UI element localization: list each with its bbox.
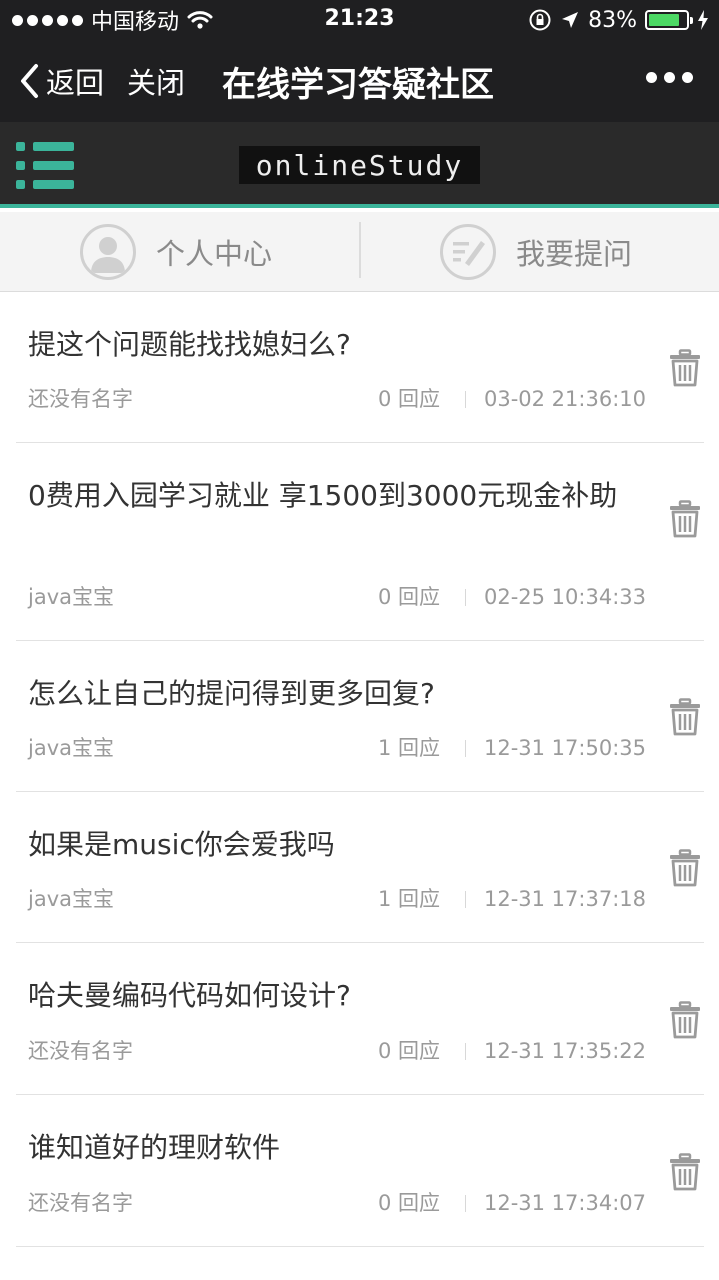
trash-icon[interactable] bbox=[668, 500, 702, 538]
post-time: 03-02 21:36:10 bbox=[483, 387, 646, 411]
post-time: 12-31 17:35:22 bbox=[483, 1039, 646, 1063]
meta-divider bbox=[465, 589, 466, 606]
rotation-lock-icon bbox=[529, 9, 551, 31]
post-replies: 0 回应 bbox=[378, 1039, 441, 1063]
more-dot-icon bbox=[682, 72, 693, 83]
trash-icon[interactable] bbox=[668, 1153, 702, 1191]
post-meta: 还没有名字 0 回应 03-02 21:36:10 bbox=[28, 384, 646, 414]
post-meta: java宝宝 0 回应 02-25 10:34:33 bbox=[28, 582, 646, 612]
battery-percent: 83% bbox=[588, 7, 637, 33]
compose-icon bbox=[440, 224, 496, 280]
post-replies: 0 回应 bbox=[378, 387, 441, 411]
meta-divider bbox=[465, 1043, 466, 1060]
battery-fill bbox=[649, 14, 679, 26]
meta-divider bbox=[465, 891, 466, 908]
charging-bolt-icon bbox=[698, 10, 708, 30]
list-item[interactable]: 哈夫曼编码代码如何设计? 还没有名字 0 回应 12-31 17:35:22 bbox=[16, 943, 704, 1095]
post-time: 02-25 10:34:33 bbox=[483, 585, 646, 609]
tab-ask-question-label: 我要提问 bbox=[516, 237, 633, 271]
battery-icon bbox=[645, 10, 693, 30]
post-author: java宝宝 bbox=[28, 887, 114, 911]
back-button[interactable]: 返回 bbox=[18, 60, 104, 102]
more-menu-button[interactable] bbox=[646, 72, 693, 83]
tab-personal-center-label: 个人中心 bbox=[156, 237, 273, 271]
post-author: 还没有名字 bbox=[28, 1039, 133, 1063]
post-meta: 还没有名字 0 回应 12-31 17:34:07 bbox=[28, 1188, 646, 1218]
tab-ask-question[interactable]: 我要提问 bbox=[440, 212, 632, 292]
nav-bar: 返回 关闭 在线学习答疑社区 bbox=[0, 40, 719, 122]
trash-icon[interactable] bbox=[668, 349, 702, 387]
list-item[interactable]: 0费用入园学习就业 享1500到3000元现金补助 java宝宝 0 回应 02… bbox=[16, 443, 704, 641]
post-title: 提这个问题能找找媳妇么? bbox=[28, 328, 351, 361]
post-meta: java宝宝 1 回应 12-31 17:37:18 bbox=[28, 884, 646, 914]
list-item[interactable]: 提这个问题能找找媳妇么? 还没有名字 0 回应 03-02 21:36:10 bbox=[16, 292, 704, 443]
list-item[interactable]: 怎么让自己的提问得到更多回复? java宝宝 1 回应 12-31 17:50:… bbox=[16, 641, 704, 792]
tab-divider bbox=[359, 222, 361, 278]
app-logo: onlineStudy bbox=[239, 146, 480, 184]
menu-list-icon[interactable] bbox=[16, 142, 74, 190]
post-author: java宝宝 bbox=[28, 736, 114, 760]
more-dot-icon bbox=[664, 72, 675, 83]
app-header: onlineStudy bbox=[0, 122, 719, 208]
more-dot-icon bbox=[646, 72, 657, 83]
post-time: 12-31 17:37:18 bbox=[483, 887, 646, 911]
post-author: 还没有名字 bbox=[28, 1191, 133, 1215]
tab-bar: 个人中心 我要提问 bbox=[0, 212, 719, 292]
post-replies: 0 回应 bbox=[378, 585, 441, 609]
status-bar: 中国移动 21:23 83% bbox=[0, 0, 719, 40]
meta-divider bbox=[465, 740, 466, 757]
post-meta: 还没有名字 0 回应 12-31 17:35:22 bbox=[28, 1036, 646, 1066]
post-time: 12-31 17:34:07 bbox=[483, 1191, 646, 1215]
post-author: java宝宝 bbox=[28, 585, 114, 609]
status-right: 83% bbox=[528, 6, 709, 34]
post-replies: 1 回应 bbox=[378, 887, 441, 911]
post-title: 谁知道好的理财软件 bbox=[28, 1131, 281, 1164]
meta-divider bbox=[465, 1195, 466, 1212]
page-title: 在线学习答疑社区 bbox=[222, 64, 494, 105]
trash-icon[interactable] bbox=[668, 698, 702, 736]
post-author: 还没有名字 bbox=[28, 387, 133, 411]
close-label: 关闭 bbox=[127, 66, 186, 100]
post-replies: 0 回应 bbox=[378, 1191, 441, 1215]
trash-icon[interactable] bbox=[668, 1001, 702, 1039]
post-title: 如果是music你会爱我吗 bbox=[28, 828, 335, 861]
location-arrow-icon bbox=[562, 12, 579, 28]
post-time: 12-31 17:50:35 bbox=[483, 736, 646, 760]
meta-divider bbox=[465, 391, 466, 408]
post-title: 0费用入园学习就业 享1500到3000元现金补助 bbox=[28, 479, 618, 512]
back-label: 返回 bbox=[46, 66, 105, 100]
trash-icon[interactable] bbox=[668, 849, 702, 887]
close-button[interactable]: 关闭 bbox=[127, 60, 185, 102]
user-icon bbox=[80, 224, 136, 280]
post-replies: 1 回应 bbox=[378, 736, 441, 760]
post-title: 怎么让自己的提问得到更多回复? bbox=[28, 677, 435, 710]
post-title: 哈夫曼编码代码如何设计? bbox=[28, 979, 351, 1012]
list-item[interactable]: 谁知道好的理财软件 还没有名字 0 回应 12-31 17:34:07 bbox=[16, 1095, 704, 1247]
tab-personal-center[interactable]: 个人中心 bbox=[80, 212, 272, 292]
post-meta: java宝宝 1 回应 12-31 17:50:35 bbox=[28, 733, 646, 763]
chevron-left-icon bbox=[21, 64, 38, 98]
list-item[interactable]: 如果是music你会爱我吗 java宝宝 1 回应 12-31 17:37:18 bbox=[16, 792, 704, 943]
